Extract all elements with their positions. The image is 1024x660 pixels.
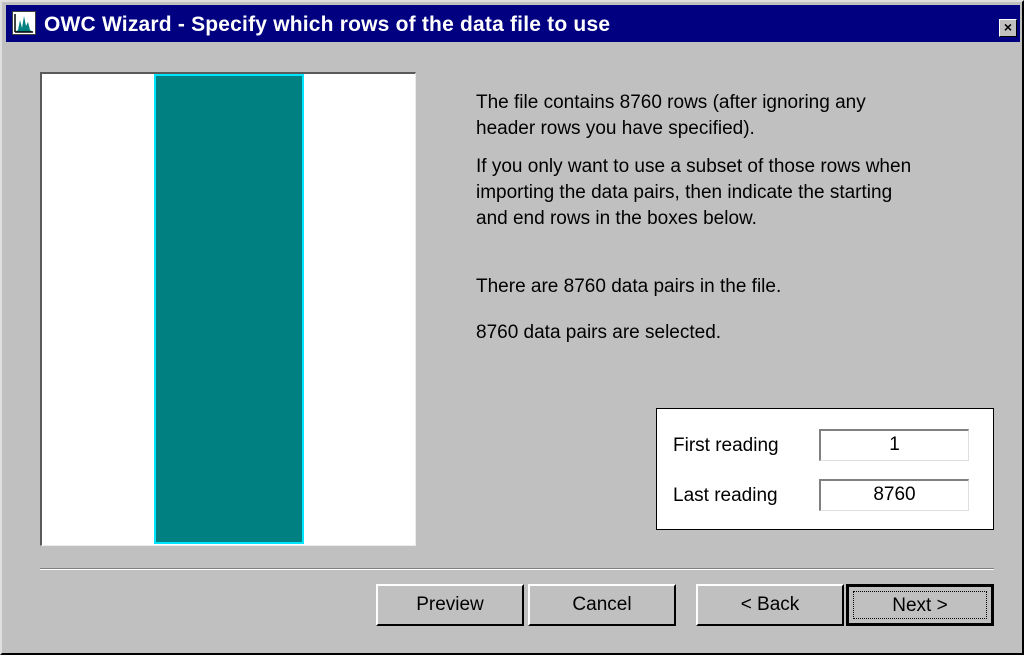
title-bar[interactable]: OWC Wizard - Specify which rows of the d… [6,5,1020,42]
window-title: OWC Wizard - Specify which rows of the d… [44,13,611,36]
selected-rows-bar [154,74,304,544]
last-reading-label: Last reading [673,485,778,506]
close-icon: × [1003,19,1013,35]
cancel-button-label: Cancel [572,594,632,615]
info-data-pairs-total: There are 8760 data pairs in the file. [476,276,782,297]
last-reading-input[interactable]: 8760 [819,479,969,511]
back-button[interactable]: < Back [696,584,844,626]
back-button-label: < Back [740,594,800,615]
next-button-label: Next > [892,595,948,616]
first-reading-input[interactable]: 1 [819,429,969,461]
readings-group: First reading 1 Last reading 8760 [656,408,994,530]
wizard-dialog: OWC Wizard - Specify which rows of the d… [0,0,1024,655]
info-rows-count: The file contains 8760 rows (after ignor… [476,92,866,139]
cancel-button[interactable]: Cancel [528,584,676,626]
next-button-focus-ring: Next > [853,591,987,619]
first-reading-label: First reading [673,435,779,456]
info-data-pairs-selected: 8760 data pairs are selected. [476,322,722,343]
info-subset-instructions: If you only want to use a subset of thos… [476,156,912,229]
next-button[interactable]: Next > [846,584,994,626]
button-separator [40,568,994,570]
row-selection-preview [40,72,416,546]
chart-icon [12,11,36,35]
preview-button-label: Preview [416,594,484,615]
preview-button[interactable]: Preview [376,584,524,626]
close-button[interactable]: × [999,19,1017,37]
